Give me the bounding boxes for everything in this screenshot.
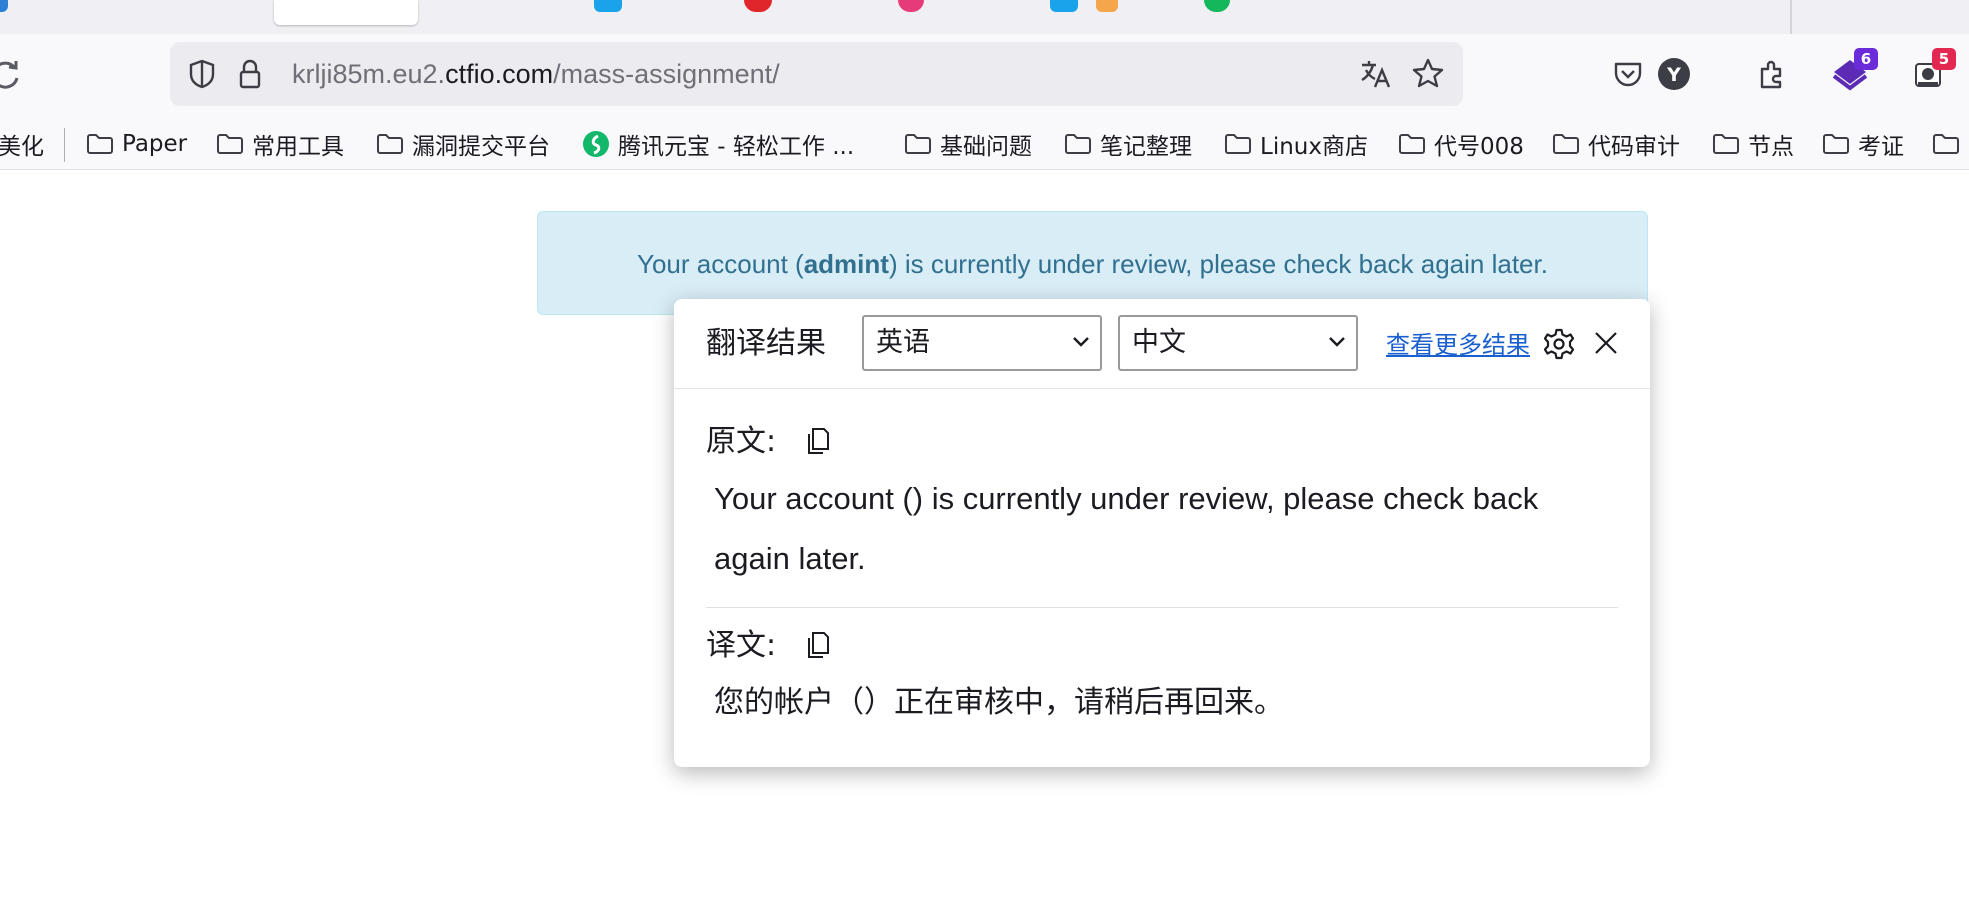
- bookmark-label: 基础问题: [940, 134, 1032, 160]
- extension-purple-icon[interactable]: 6: [1830, 48, 1878, 94]
- folder-icon: [1065, 134, 1091, 154]
- popup-header-divider: [674, 388, 1650, 389]
- bookmarks-toolbar: 美化 Paper 常用工具 漏洞提交平台 腾讯元宝 - 轻松工作 ... 基础问…: [0, 118, 1969, 170]
- translation-popup: 翻译结果 英语 中文 查看更多结果 原文: Your account () is…: [674, 299, 1650, 767]
- alert-prefix: Your account (: [637, 249, 804, 279]
- folder-icon: [1933, 134, 1959, 154]
- bookmark-folder[interactable]: 代码审计: [1552, 126, 1680, 162]
- more-results-link[interactable]: 查看更多结果: [1386, 327, 1530, 363]
- shield-icon[interactable]: [184, 56, 220, 92]
- source-language-select[interactable]: 英语: [862, 315, 1102, 371]
- account-avatar-icon[interactable]: Y: [1654, 54, 1694, 94]
- folder-icon: [1225, 134, 1251, 154]
- copy-translation-icon[interactable]: [802, 629, 832, 661]
- tab-favicon-red[interactable]: [744, 0, 772, 12]
- alert-username: admint: [803, 249, 889, 279]
- reload-icon[interactable]: [0, 58, 22, 92]
- source-text: Your account () is currently under revie…: [714, 481, 1539, 576]
- folder-icon: [217, 134, 243, 154]
- folder-icon: [1553, 134, 1579, 154]
- bookmark-label: 考证: [1858, 134, 1904, 160]
- tab-favicon-orange[interactable]: [1096, 0, 1118, 12]
- bookmarks-separator: [64, 128, 65, 162]
- pocket-icon[interactable]: [1608, 54, 1648, 94]
- tab-title-fragment[interactable]: [452, 0, 522, 6]
- tab-favicon-cyan[interactable]: [594, 0, 622, 12]
- target-label: 译文:: [706, 628, 777, 663]
- bookmark-label: 常用工具: [252, 134, 344, 160]
- chevron-down-icon: [1073, 337, 1089, 347]
- target-language-value: 中文: [1132, 327, 1186, 358]
- source-language-value: 英语: [876, 327, 930, 358]
- tab-favicon-pink[interactable]: [898, 0, 924, 12]
- bookmark-folder[interactable]: 代号008: [1398, 126, 1524, 162]
- translated-text: 您的帐户（）正在审核中，请稍后再回来。: [714, 685, 1284, 720]
- avatar-letter: Y: [1666, 64, 1681, 86]
- yuanbao-icon: [583, 131, 609, 157]
- folder-icon: [377, 134, 403, 154]
- url-path: /mass-assignment/: [553, 59, 780, 89]
- bookmark-label: 美化: [0, 134, 44, 160]
- copy-source-icon[interactable]: [802, 425, 832, 457]
- tab-favicon-green[interactable]: [1204, 0, 1230, 12]
- bookmark-folder[interactable]: 考证: [1822, 126, 1904, 162]
- extension-red-icon[interactable]: 5: [1908, 48, 1956, 94]
- target-language-select[interactable]: 中文: [1118, 315, 1358, 371]
- tab-strip: [0, 0, 1969, 34]
- bookmark-folder[interactable]: Linux商店: [1224, 126, 1368, 162]
- bookmark-label: 漏洞提交平台: [412, 134, 550, 160]
- folder-icon: [1399, 134, 1425, 154]
- extensions-puzzle-icon[interactable]: [1752, 54, 1792, 94]
- active-tab[interactable]: [274, 0, 418, 25]
- bookmark-label: 笔记整理: [1100, 134, 1192, 160]
- address-bar[interactable]: krlji85m.eu2.ctfio.com/mass-assignment/: [170, 42, 1463, 106]
- bookmark-folder[interactable]: 常用工具: [216, 126, 344, 162]
- bookmark-label: 节点: [1748, 134, 1794, 160]
- chevron-down-icon: [1329, 337, 1345, 347]
- popup-title: 翻译结果: [706, 326, 826, 361]
- bookmark-label: 代号008: [1434, 134, 1524, 160]
- url-text[interactable]: krlji85m.eu2.ctfio.com/mass-assignment/: [292, 56, 780, 92]
- bookmark-label: Linux商店: [1260, 134, 1368, 160]
- tab-favicon-blue[interactable]: [0, 0, 8, 12]
- folder-icon: [905, 134, 931, 154]
- url-subdomain: krlji85m.eu2.: [292, 59, 446, 89]
- bookmark-item[interactable]: 美化: [0, 126, 44, 162]
- gear-icon[interactable]: [1542, 327, 1576, 361]
- bookmark-label: 腾讯元宝 - 轻松工作 ...: [618, 134, 855, 160]
- source-label: 原文:: [706, 424, 777, 459]
- close-icon[interactable]: [1592, 329, 1620, 357]
- bookmark-star-icon[interactable]: [1410, 56, 1446, 92]
- bookmark-folder-overflow[interactable]: [1932, 126, 1968, 162]
- bookmark-label: 代码审计: [1588, 134, 1680, 160]
- extension-badge-count-2: 5: [1932, 48, 1956, 70]
- bookmark-folder[interactable]: 漏洞提交平台: [376, 126, 550, 162]
- url-host: ctfio.com: [445, 59, 554, 89]
- section-divider: [706, 607, 1618, 608]
- folder-icon: [1823, 134, 1849, 154]
- bookmark-folder[interactable]: 基础问题: [904, 126, 1032, 162]
- tab-favicon-cyan-2[interactable]: [1050, 0, 1078, 12]
- bookmark-label: Paper: [122, 131, 188, 157]
- bookmark-folder[interactable]: Paper: [86, 126, 187, 162]
- translate-icon[interactable]: [1358, 56, 1394, 92]
- bookmark-folder[interactable]: 笔记整理: [1064, 126, 1192, 162]
- lock-icon[interactable]: [232, 56, 268, 92]
- folder-icon: [87, 134, 113, 154]
- bookmark-folder[interactable]: 节点: [1712, 126, 1794, 162]
- tab-divider: [1790, 0, 1792, 34]
- alert-suffix: ) is currently under review, please chec…: [888, 249, 1548, 279]
- extension-badge-count: 6: [1854, 48, 1878, 70]
- folder-icon: [1713, 134, 1739, 154]
- bookmark-link[interactable]: 腾讯元宝 - 轻松工作 ...: [582, 126, 854, 162]
